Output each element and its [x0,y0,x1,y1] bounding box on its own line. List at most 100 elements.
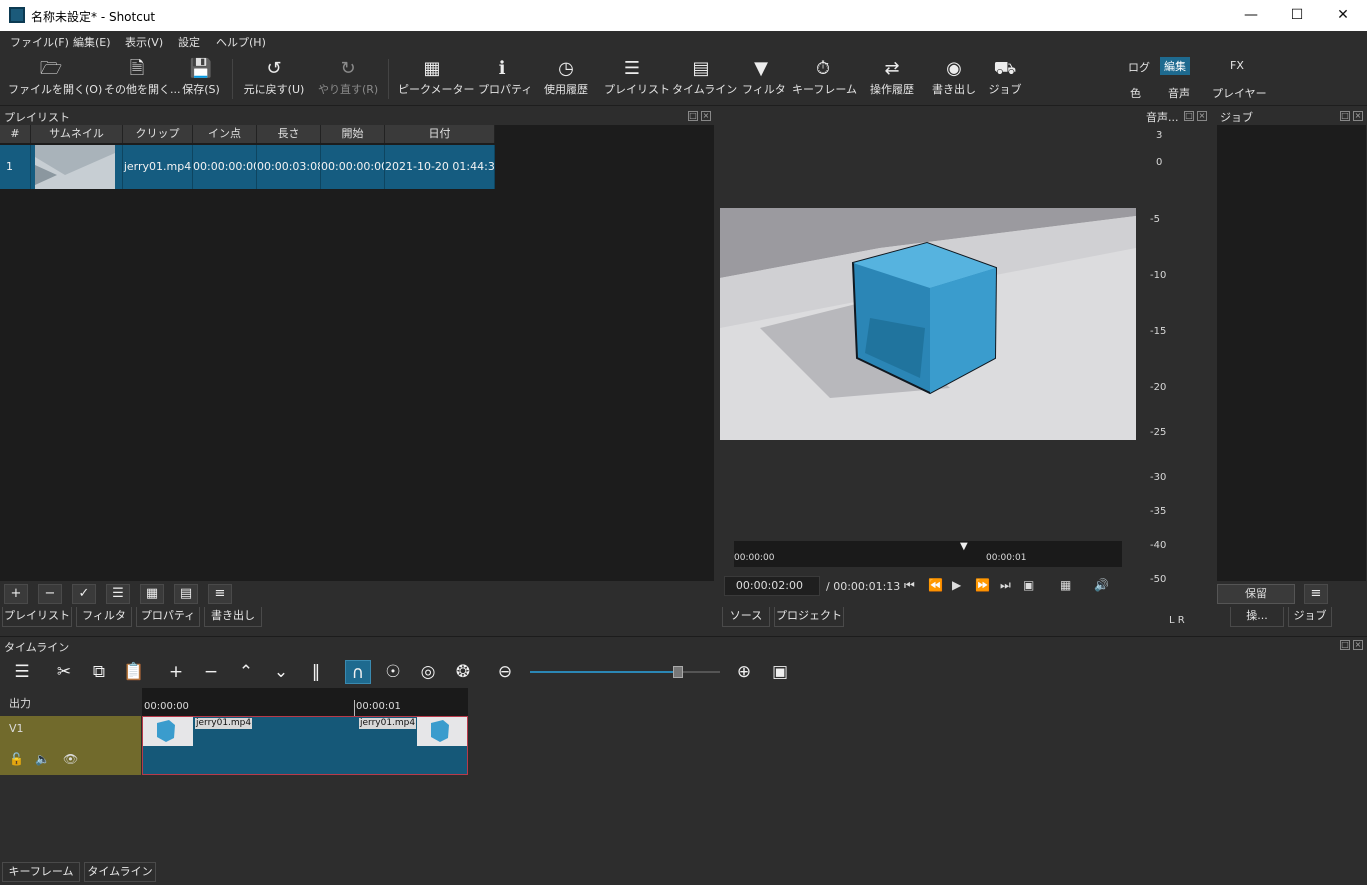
open-other-button[interactable]: 🗎 その他を開く... [104,57,181,97]
skip-end-icon[interactable]: ⏭ [1000,578,1011,593]
hide-icon[interactable]: 👁 [63,752,78,766]
float-icon[interactable]: □ [1340,111,1350,121]
column-header[interactable]: 日付 [385,125,495,143]
playlist-table[interactable]: # サムネイル クリップ イン点 長さ 開始 日付 1 jerry01.mp4 … [0,125,714,581]
column-header[interactable]: 開始 [321,125,385,143]
skip-start-icon[interactable]: ⏮ [904,578,915,593]
ripple-icon[interactable]: ◎ [415,660,441,684]
layout-player[interactable]: プレイヤー [1208,84,1271,102]
track-header-v1[interactable]: V1 🔓 🔈 👁 [0,716,141,775]
details-view-icon[interactable]: ☰ [106,584,130,604]
layout-audio[interactable]: 音声 [1164,84,1194,102]
tab-source[interactable]: ソース [722,607,770,627]
zoom-slider-handle[interactable] [673,666,684,678]
ripple-delete-icon[interactable]: − [198,660,224,684]
ripple-all-icon[interactable]: ❂ [450,660,476,684]
volume-icon[interactable]: 🔊 [1094,578,1109,592]
pause-jobs-button[interactable]: 保留 [1217,584,1295,604]
append-icon[interactable]: + [163,660,189,684]
close-button[interactable]: ✕ [1320,4,1366,26]
zoom-out-icon[interactable]: ⊖ [492,660,518,684]
timeline-clip[interactable]: jerry01.mp4 jerry01.mp4 [142,716,468,775]
layout-color[interactable]: 色 [1126,84,1145,102]
play-icon[interactable]: ▶ [952,578,961,592]
menu-edit[interactable]: 編集(E) [73,34,111,50]
paste-icon[interactable]: 📋 [121,660,147,684]
layout-fx[interactable]: FX [1226,58,1248,73]
fast-forward-icon[interactable]: ⏩ [975,578,990,592]
tab-filters[interactable]: フィルタ [76,607,132,627]
video-preview[interactable] [720,208,1136,440]
timeline-button[interactable]: ▤ タイムライン [672,57,737,97]
update-button[interactable]: ✓ [72,584,96,604]
float-icon[interactable]: □ [1340,640,1350,650]
tab-playlist[interactable]: プレイリスト [2,607,72,627]
open-file-button[interactable]: 🗁 ファイルを開く(O) [8,57,102,97]
cut-icon[interactable]: ✂ [51,660,77,684]
playlist-button[interactable]: ☰ プレイリスト [604,57,670,97]
column-header[interactable]: 長さ [257,125,321,143]
mute-icon[interactable]: 🔈 [35,752,50,766]
split-icon[interactable]: ‖ [303,660,329,684]
jobs-menu-icon[interactable]: ≡ [1304,584,1328,604]
layout-log[interactable]: ログ [1124,58,1154,76]
current-time-field[interactable]: 00:00:02:00 [724,576,820,596]
copy-icon[interactable]: ⧉ [86,660,112,684]
grid-icon[interactable]: ▦ [1060,578,1071,592]
lock-icon[interactable]: 🔓 [9,752,24,766]
zoom-slider[interactable] [530,666,720,678]
zoom-fit-icon[interactable]: ▣ [767,660,793,684]
redo-button[interactable]: ↻ やり直す(R) [318,57,378,97]
close-icon[interactable]: × [1353,111,1363,121]
keyframes-button[interactable]: ⏱ キーフレーム [792,57,857,97]
menu-settings[interactable]: 設定 [178,34,200,50]
filters-button[interactable]: ▼ フィルタ [742,57,786,97]
add-button[interactable]: + [4,584,28,604]
export-button[interactable]: ◉ 書き出し [930,57,978,97]
timeline-menu-icon[interactable]: ☰ [9,660,35,684]
jobs-list[interactable] [1217,125,1366,581]
save-button[interactable]: 💾 保存(S) [180,57,222,97]
playlist-menu-icon[interactable]: ≡ [208,584,232,604]
layout-edit[interactable]: 編集 [1160,57,1190,75]
tab-export[interactable]: 書き出し [204,607,262,627]
close-icon[interactable]: × [1197,111,1207,121]
menu-view[interactable]: 表示(V) [125,34,163,50]
float-icon[interactable]: □ [1184,111,1194,121]
minimize-button[interactable]: — [1228,4,1274,26]
column-header[interactable]: # [0,125,31,143]
column-header[interactable]: イン点 [193,125,257,143]
overwrite-icon[interactable]: ⌄ [268,660,294,684]
peak-meter-button[interactable]: ▦ ピークメーター [398,57,475,97]
tab-keyframes[interactable]: キーフレーム [2,862,80,882]
undo-button[interactable]: ↺ 元に戻す(U) [242,57,306,97]
icons-view-icon[interactable]: ▤ [174,584,198,604]
tab-properties[interactable]: プロパティ [136,607,200,627]
zoom-icon[interactable]: ▣ [1023,578,1034,592]
menu-file[interactable]: ファイル(F) [10,34,69,50]
jobs-button[interactable]: ⛟ ジョブ [988,57,1022,97]
menu-help[interactable]: ヘルプ(H) [216,34,266,50]
tab-history[interactable]: 操... [1230,607,1284,627]
tab-jobs[interactable]: ジョブ [1288,607,1332,627]
tab-project[interactable]: プロジェクト [774,607,844,627]
column-header[interactable]: クリップ [123,125,193,143]
tiles-view-icon[interactable]: ▦ [140,584,164,604]
zoom-in-icon[interactable]: ⊕ [731,660,757,684]
maximize-button[interactable]: ☐ [1274,4,1320,26]
scrub-icon[interactable]: ☉ [380,660,406,684]
tab-timeline[interactable]: タイムライン [84,862,156,882]
close-icon[interactable]: × [1353,640,1363,650]
close-icon[interactable]: × [701,111,711,121]
float-icon[interactable]: □ [688,111,698,121]
snap-magnet-icon[interactable]: ∩ [345,660,371,684]
lift-icon[interactable]: ⌃ [233,660,259,684]
timeline-ruler[interactable]: 00:00:00 00:00:01 [142,688,1367,716]
history-button[interactable]: ⇄ 操作履歴 [866,57,918,97]
rewind-icon[interactable]: ⏪ [928,578,943,592]
player-ruler[interactable]: 00:00:00 00:00:01 ▼ [734,541,1122,567]
properties-button[interactable]: ℹ プロパティ [478,57,532,97]
playhead-icon[interactable]: ▼ [960,541,968,552]
recent-button[interactable]: ◷ 使用履歴 [540,57,592,97]
column-header[interactable]: サムネイル [31,125,123,143]
